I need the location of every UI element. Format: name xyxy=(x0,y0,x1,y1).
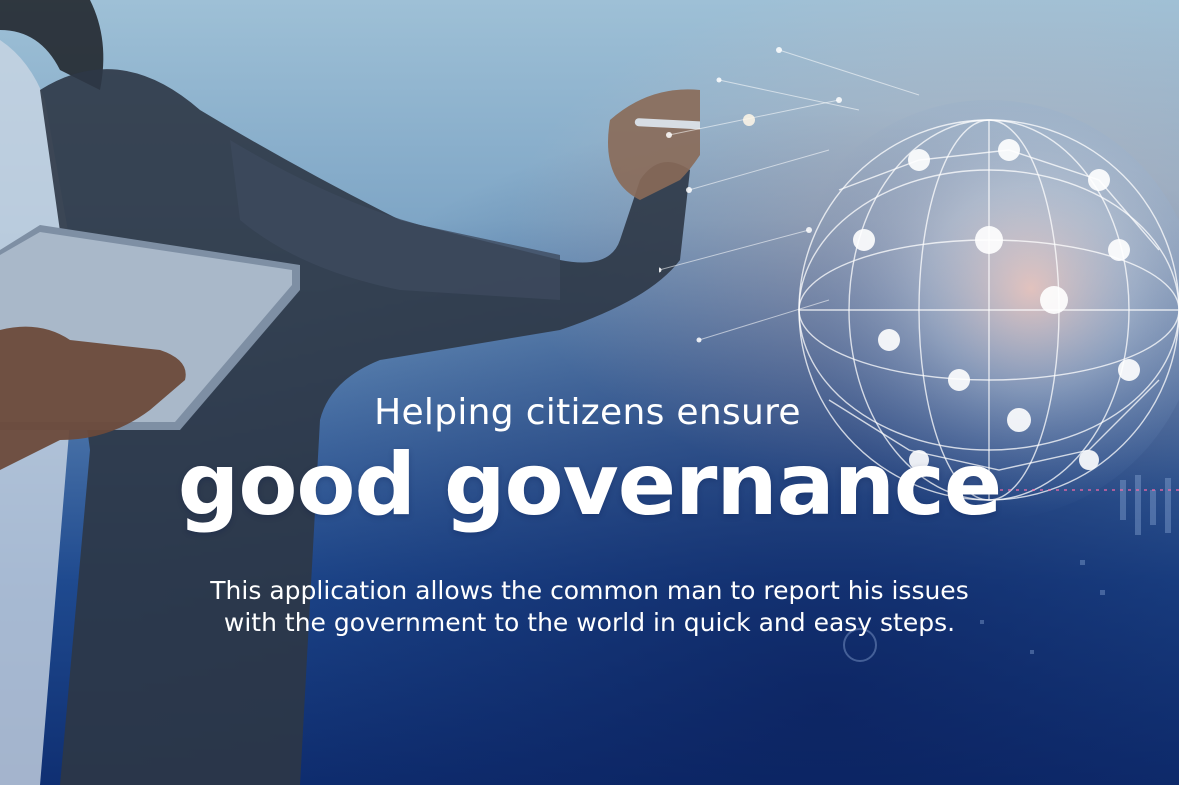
hero-tagline: Helping citizens ensure xyxy=(374,392,801,433)
hero-banner: Helping citizens ensure good governance … xyxy=(0,0,1179,785)
hero-title: good governance xyxy=(177,435,1002,535)
headline-area: Helping citizens ensure good governance xyxy=(0,392,1179,535)
hero-description: This application allows the common man t… xyxy=(0,575,1179,639)
description-line-2: with the government to the world in quic… xyxy=(223,608,956,637)
description-line-1: This application allows the common man t… xyxy=(210,576,969,605)
